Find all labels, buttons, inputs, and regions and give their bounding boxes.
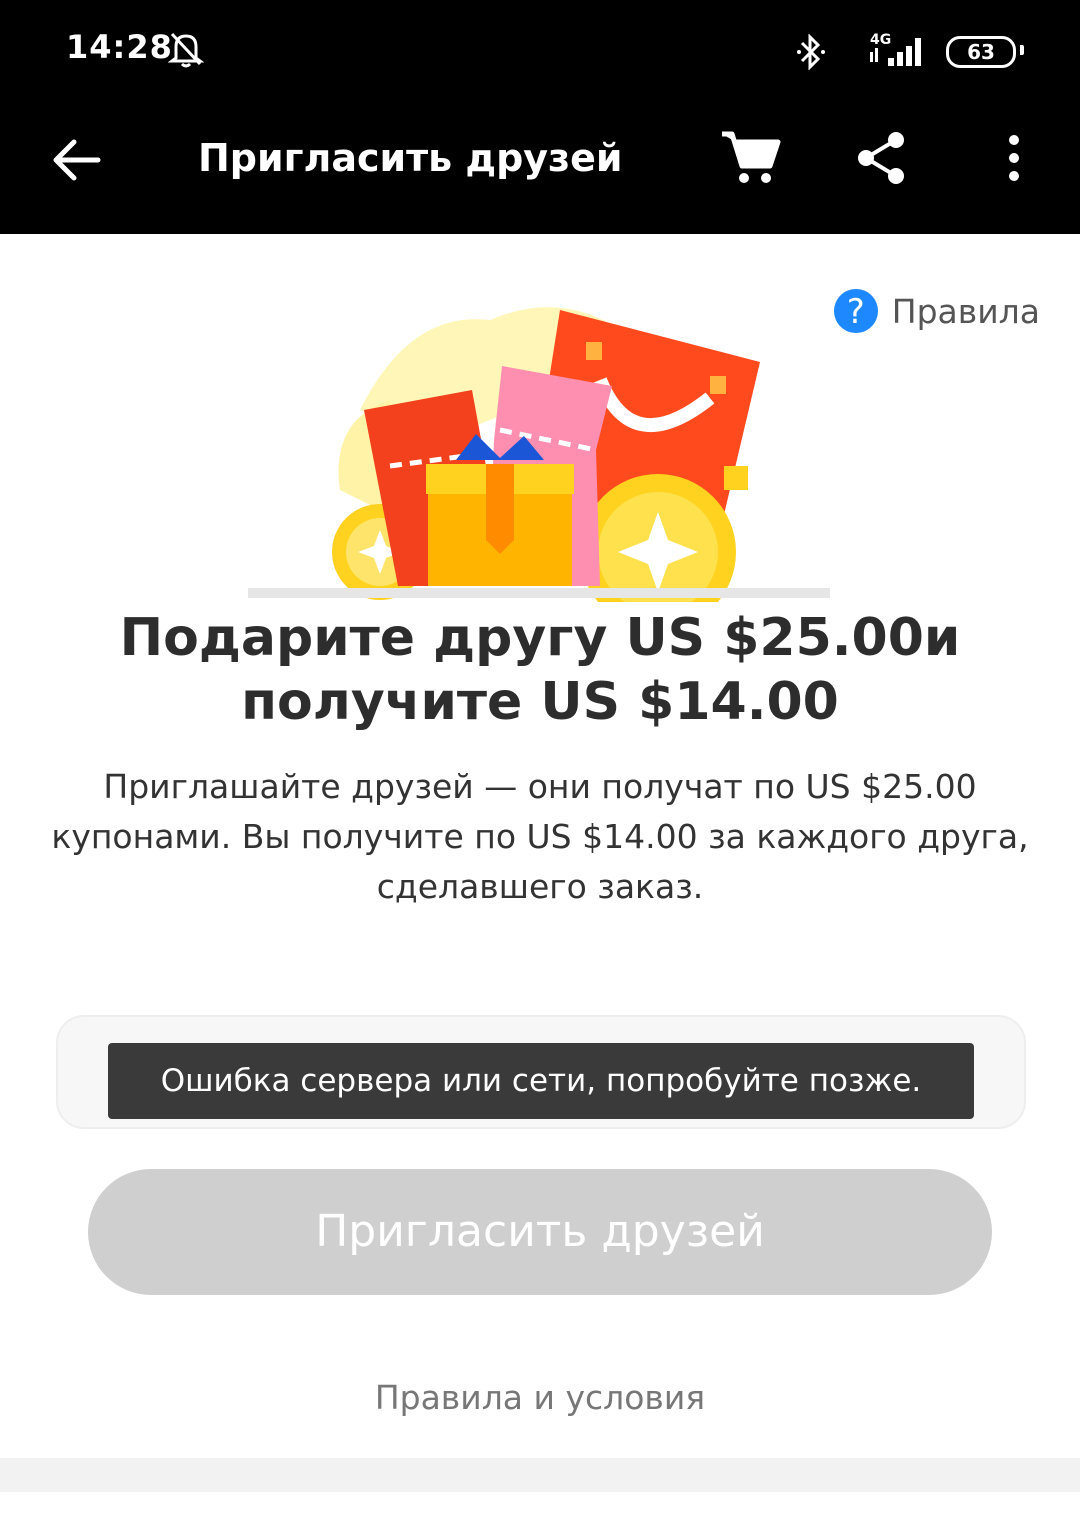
battery-indicator: 63	[946, 36, 1016, 68]
invite-friends-button[interactable]: Пригласить друзей	[88, 1169, 992, 1295]
error-toast: Ошибка сервера или сети, попробуйте позж…	[108, 1043, 974, 1119]
invite-link-card: Ошибка сервера или сети, попробуйте позж…	[56, 1015, 1026, 1129]
signal-4g-icon: 4G	[866, 30, 930, 74]
bottom-divider	[0, 1458, 1080, 1492]
page-title: Пригласить друзей	[198, 136, 623, 180]
back-arrow-icon[interactable]	[48, 130, 108, 190]
terms-and-conditions-link[interactable]: Правила и условия	[0, 1378, 1080, 1417]
promo-description: Приглашайте друзей — они получат по US $…	[40, 762, 1040, 912]
status-bar: 14:28 4G 63	[0, 0, 1080, 100]
cart-icon[interactable]	[718, 126, 782, 190]
headline-line-2: получите US $14.00	[241, 672, 839, 732]
rules-label: Правила	[891, 291, 1040, 331]
description-line-2: купонами. Вы получите по US $14.00 за ка…	[51, 817, 1029, 856]
more-vert-icon[interactable]	[992, 128, 1036, 188]
battery-tip	[1020, 45, 1024, 55]
share-icon[interactable]	[852, 128, 912, 188]
description-line-3: сделавшего заказ.	[376, 867, 704, 906]
help-icon: ?	[833, 289, 878, 333]
status-time: 14:28	[66, 28, 173, 66]
gift-illustration	[240, 290, 840, 630]
bell-muted-icon	[167, 30, 205, 72]
rules-link[interactable]: ? Правила	[833, 288, 1040, 334]
svg-text:4G: 4G	[870, 32, 891, 48]
promo-headline: Подарите другу US $25.00и получите US $1…	[40, 606, 1040, 734]
headline-line-1: Подарите другу US $25.00и	[119, 608, 961, 668]
description-line-1: Приглашайте друзей — они получат по US $…	[103, 767, 977, 806]
bluetooth-icon	[796, 33, 826, 74]
app-bar: Пригласить друзей	[0, 100, 1080, 234]
